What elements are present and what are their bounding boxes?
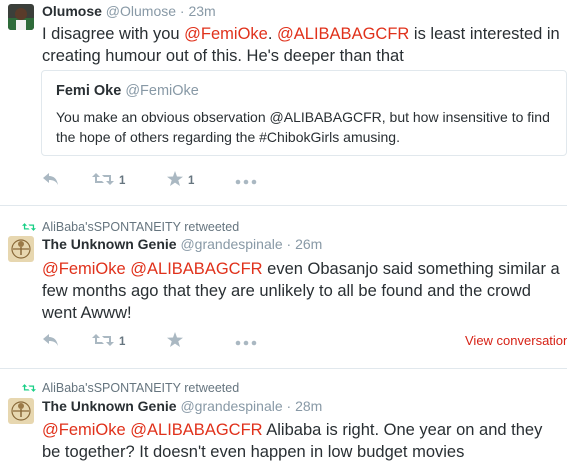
retweet-button[interactable]: 1: [92, 332, 125, 352]
quoted-tweet-header: Femi Oke @FemiOke: [56, 83, 199, 99]
more-icon: [235, 172, 257, 190]
reply-button[interactable]: [42, 171, 60, 191]
tweet-header: The Unknown Genie @grandespinale · 26m: [42, 236, 322, 252]
tweet-text: I disagree with you @FemiOke. @ALIBABAGC…: [42, 23, 562, 67]
mention-link[interactable]: @FemiOke: [184, 25, 268, 43]
quoted-author-handle: @FemiOke: [125, 83, 199, 99]
tweet-header: Olumose @Olumose · 23m: [42, 3, 216, 19]
tweet-text: @FemiOke @ALIBABAGCFR Alibaba is right. …: [42, 419, 562, 463]
retweet-context-icon: [22, 223, 36, 231]
author-handle[interactable]: @grandespinale: [180, 236, 282, 252]
retweet-icon: [92, 333, 114, 352]
quoted-tweet[interactable]: Femi Oke @FemiOke You make an obvious ob…: [41, 70, 567, 156]
separator-dot: ·: [286, 398, 292, 414]
retweet-context[interactable]: AliBaba'sSPONTANEITY retweeted: [22, 381, 239, 395]
retweet-context-label: AliBaba'sSPONTANEITY retweeted: [42, 381, 240, 395]
favorite-count: 1: [188, 175, 195, 187]
retweet-context[interactable]: AliBaba'sSPONTANEITY retweeted: [22, 220, 239, 234]
reply-icon: [42, 333, 60, 352]
retweet-context-icon: [22, 384, 36, 392]
avatar[interactable]: [8, 236, 34, 262]
tweet-text: @FemiOke @ALIBABAGCFR even Obasanjo said…: [42, 258, 562, 324]
more-icon: [235, 333, 257, 351]
mention-link[interactable]: @FemiOke: [42, 260, 126, 278]
favorite-button[interactable]: [167, 332, 183, 352]
mention-link[interactable]: @ALIBABAGCFR: [277, 25, 409, 43]
reply-button[interactable]: [42, 332, 60, 352]
retweet-context-label: AliBaba'sSPONTANEITY retweeted: [42, 220, 240, 234]
avatar[interactable]: [8, 4, 34, 30]
favorite-button[interactable]: 1: [167, 171, 194, 191]
retweet-button[interactable]: 1: [92, 171, 125, 191]
mention-link[interactable]: @FemiOke: [42, 421, 126, 439]
more-button[interactable]: [235, 171, 257, 191]
tweet-timestamp[interactable]: 26m: [295, 236, 322, 252]
separator-dot: ·: [179, 3, 185, 19]
tweet-header: The Unknown Genie @grandespinale · 28m: [42, 398, 322, 414]
author-name[interactable]: The Unknown Genie: [42, 398, 177, 414]
quoted-author-name: Femi Oke: [56, 83, 122, 99]
tweet-unknown-genie-2[interactable]: AliBaba'sSPONTANEITY retweeted The Unkno…: [0, 369, 567, 473]
star-icon: [167, 332, 183, 352]
retweet-count: 1: [119, 336, 126, 348]
retweet-count: 1: [119, 175, 126, 187]
author-handle[interactable]: @Olumose: [106, 3, 176, 19]
star-icon: [167, 171, 183, 191]
mention-link[interactable]: @ALIBABAGCFR: [130, 421, 262, 439]
more-button[interactable]: [235, 332, 257, 352]
tweet-timestamp[interactable]: 23m: [188, 3, 215, 19]
avatar[interactable]: [8, 398, 34, 424]
tweet-unknown-genie-1[interactable]: AliBaba'sSPONTANEITY retweeted The Unkno…: [0, 206, 567, 368]
author-handle[interactable]: @grandespinale: [180, 398, 282, 414]
author-name[interactable]: Olumose: [42, 3, 102, 19]
separator-dot: ·: [286, 236, 292, 252]
reply-icon: [42, 172, 60, 191]
tweet-text-part: I disagree with you: [42, 25, 185, 43]
author-name[interactable]: The Unknown Genie: [42, 236, 177, 252]
mention-link[interactable]: @ALIBABAGCFR: [130, 260, 262, 278]
tweet-text-part: .: [267, 25, 278, 43]
tweet-actions: 1 1: [40, 171, 560, 191]
tweet-olumose[interactable]: Olumose @Olumose · 23m I disagree with y…: [0, 0, 567, 205]
tweet-timestamp[interactable]: 28m: [295, 398, 322, 414]
quoted-tweet-text: You make an obvious observation @ALIBABA…: [56, 109, 550, 145]
view-conversation-link[interactable]: View conversation: [465, 333, 567, 348]
retweet-icon: [92, 172, 114, 191]
